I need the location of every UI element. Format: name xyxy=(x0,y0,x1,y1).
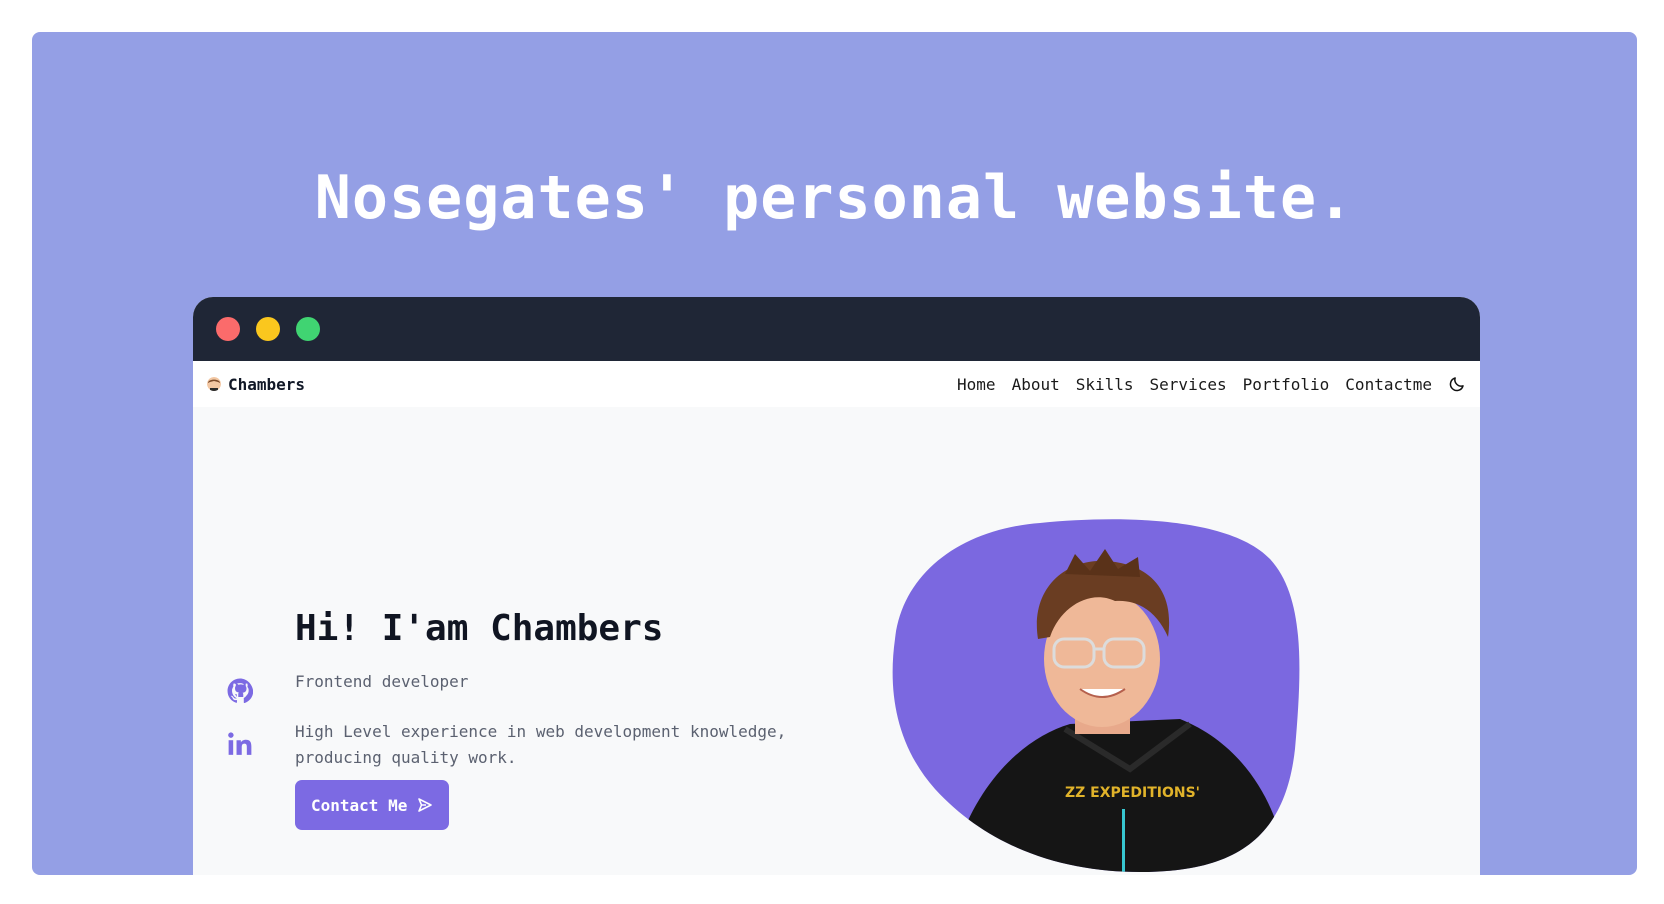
browser-titlebar xyxy=(193,297,1480,361)
profile-photo: ZZ EXPEDITIONS' xyxy=(892,519,1300,872)
hero-greeting: Hi! I'am Chambers xyxy=(295,608,664,649)
banner-title: Nosegates' personal website. xyxy=(314,163,1355,233)
site-navbar: Chambers Home About Skills Services Port… xyxy=(193,361,1480,407)
maximize-window-dot[interactable] xyxy=(296,317,320,341)
nav-services[interactable]: Services xyxy=(1150,375,1227,394)
linkedin-link[interactable] xyxy=(227,731,253,761)
brand-name: Chambers xyxy=(228,374,306,394)
hero-description: High Level experience in web development… xyxy=(295,722,787,767)
nav-about[interactable]: About xyxy=(1012,375,1060,394)
site-brand[interactable]: Chambers xyxy=(207,375,305,394)
nav-contactme[interactable]: Contactme xyxy=(1345,375,1432,394)
minimize-window-dot[interactable] xyxy=(256,317,280,341)
hero-role: Frontend developer xyxy=(295,672,469,691)
browser-window: Chambers Home About Skills Services Port… xyxy=(193,297,1480,875)
send-icon xyxy=(418,798,433,812)
github-link[interactable] xyxy=(227,678,254,708)
contact-me-label: Contact Me xyxy=(311,795,408,815)
linkedin-icon xyxy=(228,732,252,755)
hero-section: Hi! I'am Chambers Frontend developer Hig… xyxy=(193,407,1480,875)
github-icon xyxy=(227,678,254,704)
banner: Nosegates' personal website. Chambers Ho… xyxy=(32,32,1637,875)
contact-me-button[interactable]: Contact Me xyxy=(295,780,450,830)
nav-home[interactable]: Home xyxy=(957,375,996,394)
close-window-dot[interactable] xyxy=(216,317,240,341)
avatar-icon xyxy=(207,377,221,391)
nav-skills[interactable]: Skills xyxy=(1076,375,1134,394)
nav-menu: Home About Skills Services Portfolio Con… xyxy=(957,375,1466,394)
moon-icon[interactable] xyxy=(1448,375,1466,393)
svg-text:ZZ EXPEDITIONS': ZZ EXPEDITIONS' xyxy=(1065,785,1200,801)
nav-portfolio[interactable]: Portfolio xyxy=(1243,375,1330,394)
